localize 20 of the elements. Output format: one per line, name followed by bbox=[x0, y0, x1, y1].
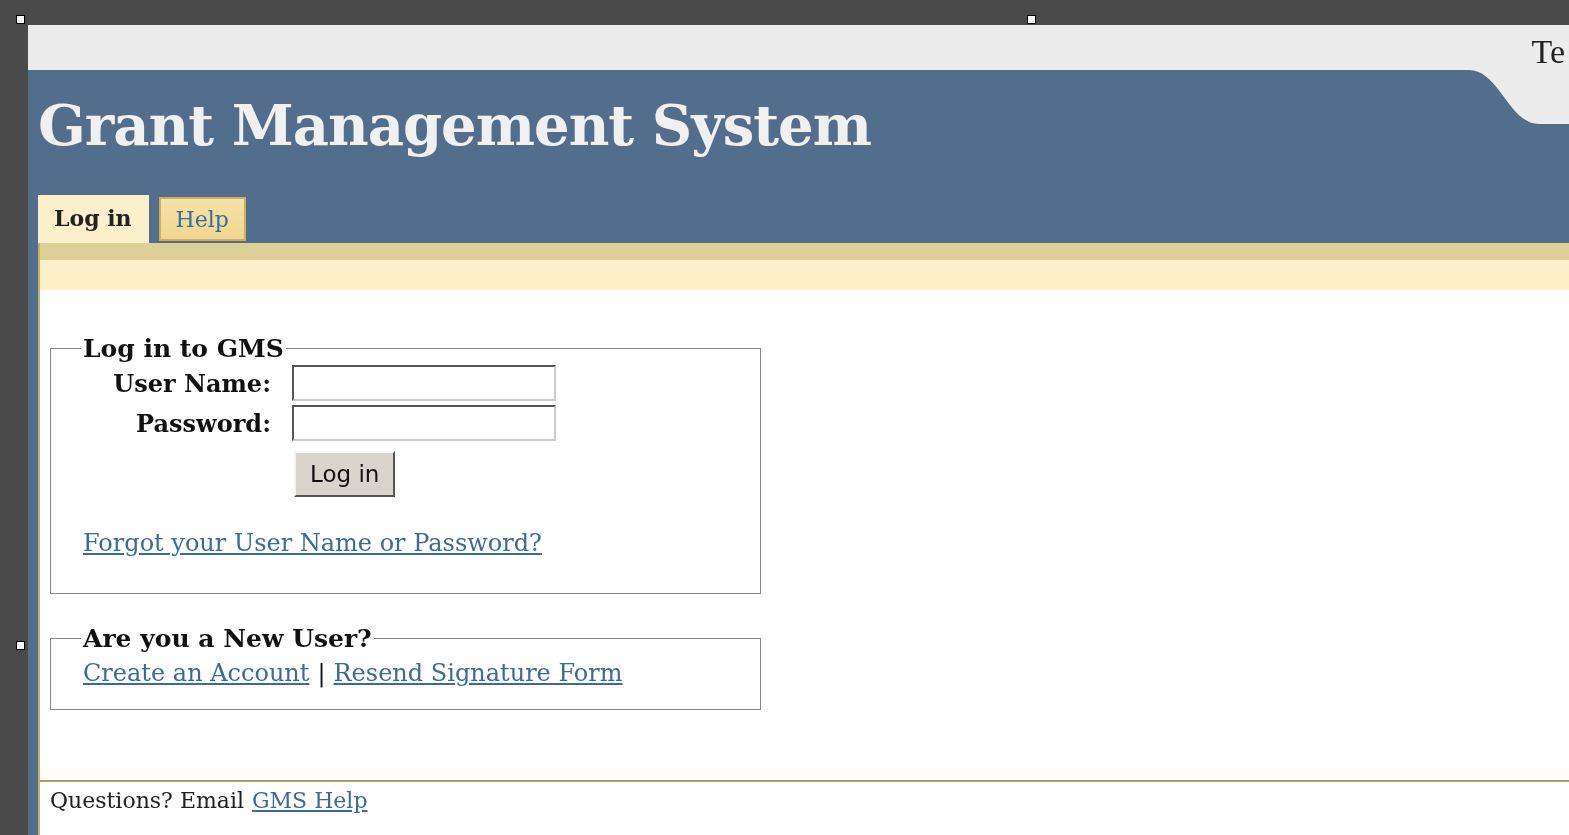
resize-handle[interactable] bbox=[1027, 15, 1036, 24]
forgot-link[interactable]: Forgot your User Name or Password? bbox=[83, 529, 542, 557]
resize-handle[interactable] bbox=[16, 641, 25, 650]
help-link[interactable]: GMS Help bbox=[252, 788, 368, 813]
field-label: Password: bbox=[135, 408, 271, 438]
footer-text: Questions? Email bbox=[50, 788, 244, 813]
panel-legend: Log in to GMS bbox=[81, 334, 286, 363]
login-button[interactable]: Log in bbox=[294, 451, 396, 497]
account-link[interactable]: Resend Signature Form bbox=[333, 659, 623, 687]
input-field[interactable] bbox=[292, 365, 556, 401]
link-separator: | bbox=[317, 659, 326, 687]
site-title: Grant Management System bbox=[38, 92, 871, 158]
account-link[interactable]: Create an Account bbox=[83, 659, 310, 687]
input-field[interactable] bbox=[292, 405, 556, 441]
panel-legend: Are you a New User? bbox=[81, 624, 374, 653]
nav-tab[interactable]: Log in bbox=[38, 195, 149, 243]
nav-tab[interactable]: Help bbox=[158, 197, 246, 241]
corner-text: Te bbox=[1531, 33, 1565, 71]
field-label: User Name: bbox=[112, 368, 271, 398]
resize-handle[interactable] bbox=[16, 15, 25, 24]
